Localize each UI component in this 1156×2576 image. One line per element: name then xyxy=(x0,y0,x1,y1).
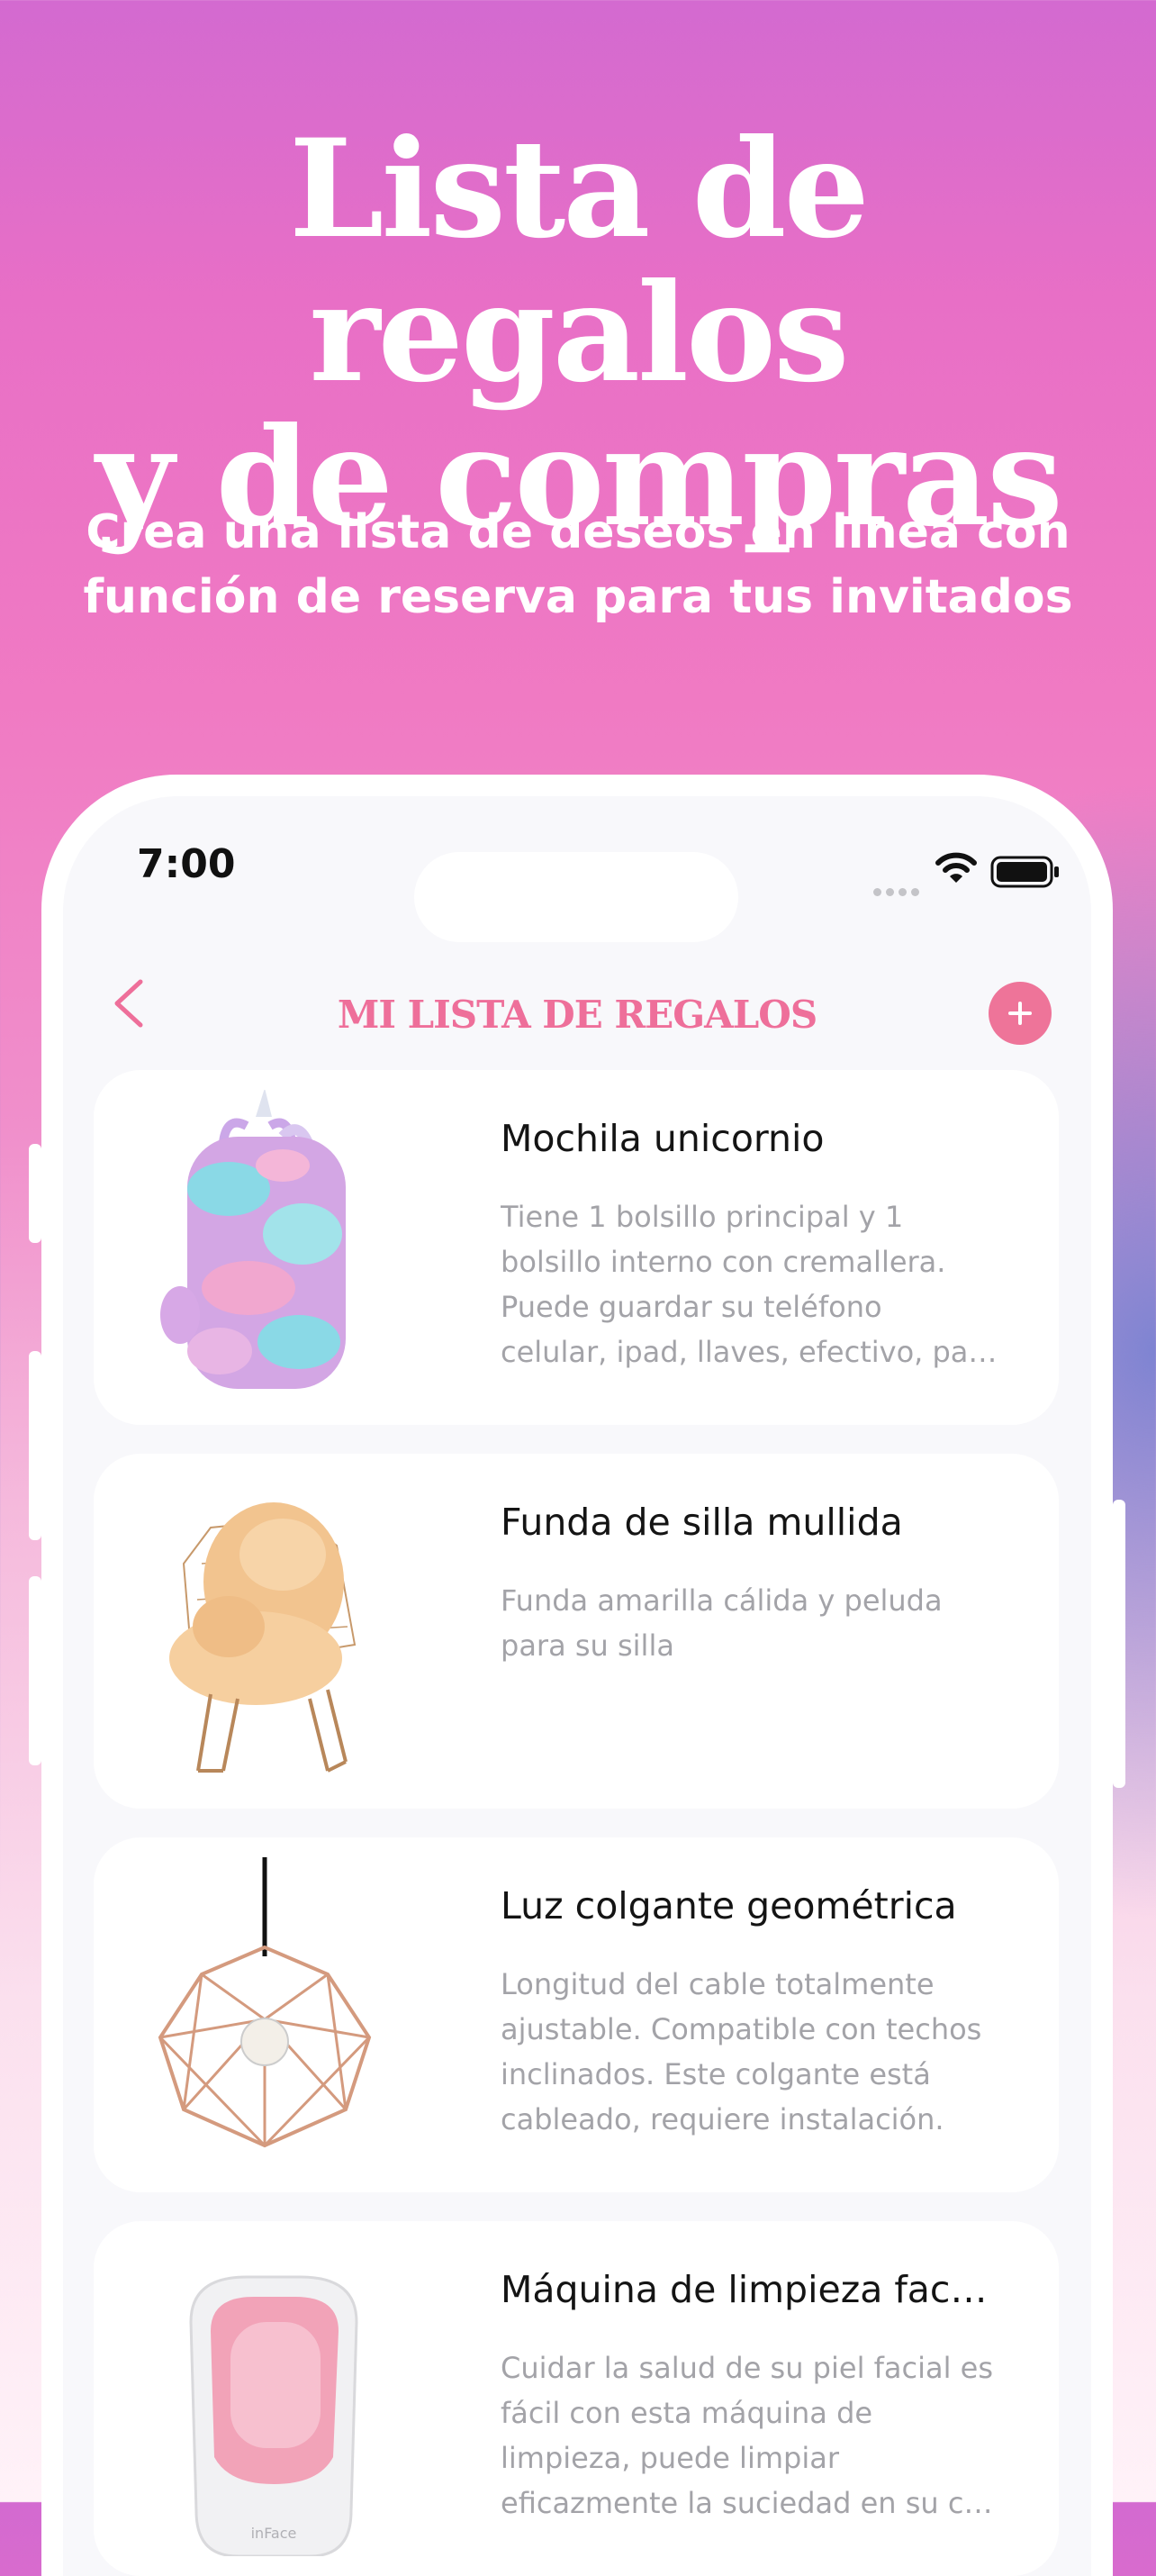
hero-subtitle-line-1: Crea una lista de deseos en línea con xyxy=(86,505,1070,559)
hero-subtitle-line-2: función de reserva para tus invitados xyxy=(83,570,1073,624)
status-time: 7:00 xyxy=(137,841,236,887)
gift-card[interactable]: Funda de silla mullida Funda amarilla cá… xyxy=(94,1454,1059,1809)
phone-side-button-4 xyxy=(1113,1500,1125,1788)
gift-card[interactable]: inFace Máquina de limpieza fac… Cuidar l… xyxy=(94,2221,1059,2576)
phone-side-button-3 xyxy=(29,1576,41,1765)
gift-card[interactable]: Luz colgante geométrica Longitud del cab… xyxy=(94,1837,1059,2192)
plus-icon xyxy=(1008,1002,1032,1025)
gift-card[interactable]: Mochila unicornio Tiene 1 bolsillo princ… xyxy=(94,1070,1059,1425)
status-bar: 7:00 xyxy=(63,796,1091,942)
gift-description: Longitud del cable totalmente ajustable.… xyxy=(501,1967,982,2136)
dynamic-island xyxy=(414,852,738,942)
nav-bar: MI LISTA DE REGALOS xyxy=(63,931,1091,1066)
facial-cleansing-machine-image: inFace xyxy=(189,2275,358,2556)
hero-subtitle: Crea una lista de deseos en línea con fu… xyxy=(0,500,1156,630)
page-title: MI LISTA DE REGALOS xyxy=(337,993,817,1037)
hero-title-line-1: Lista de regalos xyxy=(289,110,870,413)
geometric-pendant-light-image xyxy=(158,1857,372,2148)
wifi-icon xyxy=(935,852,977,883)
battery-icon xyxy=(990,856,1059,888)
fluffy-chair-image xyxy=(169,1502,357,1773)
unicorn-backpack-image xyxy=(160,1090,346,1389)
phone-side-button-1 xyxy=(29,1144,41,1243)
brand-logo-text: inFace xyxy=(251,2525,297,2542)
gift-description: Funda amarilla cálida y peluda para su s… xyxy=(501,1583,943,1663)
gift-title: Máquina de limpieza fac… xyxy=(501,2268,988,2311)
phone-screen: 7:00 MI LISTA DE REGALOS Mochila unicorn… xyxy=(63,796,1091,2576)
gift-description: Cuidar la salud de su piel facial es fác… xyxy=(501,2351,994,2520)
gift-description: Tiene 1 bolsillo principal y 1 bolsillo … xyxy=(501,1200,998,1369)
add-item-button[interactable] xyxy=(989,982,1052,1045)
hero-title: Lista de regalos y de compras xyxy=(0,117,1156,549)
gift-title: Luz colgante geométrica xyxy=(501,1884,957,1927)
phone-side-button-2 xyxy=(29,1351,41,1540)
gift-list: Mochila unicornio Tiene 1 bolsillo princ… xyxy=(94,1070,1059,2576)
cellular-signal-icon xyxy=(873,884,924,901)
gift-title: Mochila unicornio xyxy=(501,1117,825,1160)
phone-frame: 7:00 MI LISTA DE REGALOS Mochila unicorn… xyxy=(41,775,1113,2576)
gift-title: Funda de silla mullida xyxy=(501,1501,903,1544)
